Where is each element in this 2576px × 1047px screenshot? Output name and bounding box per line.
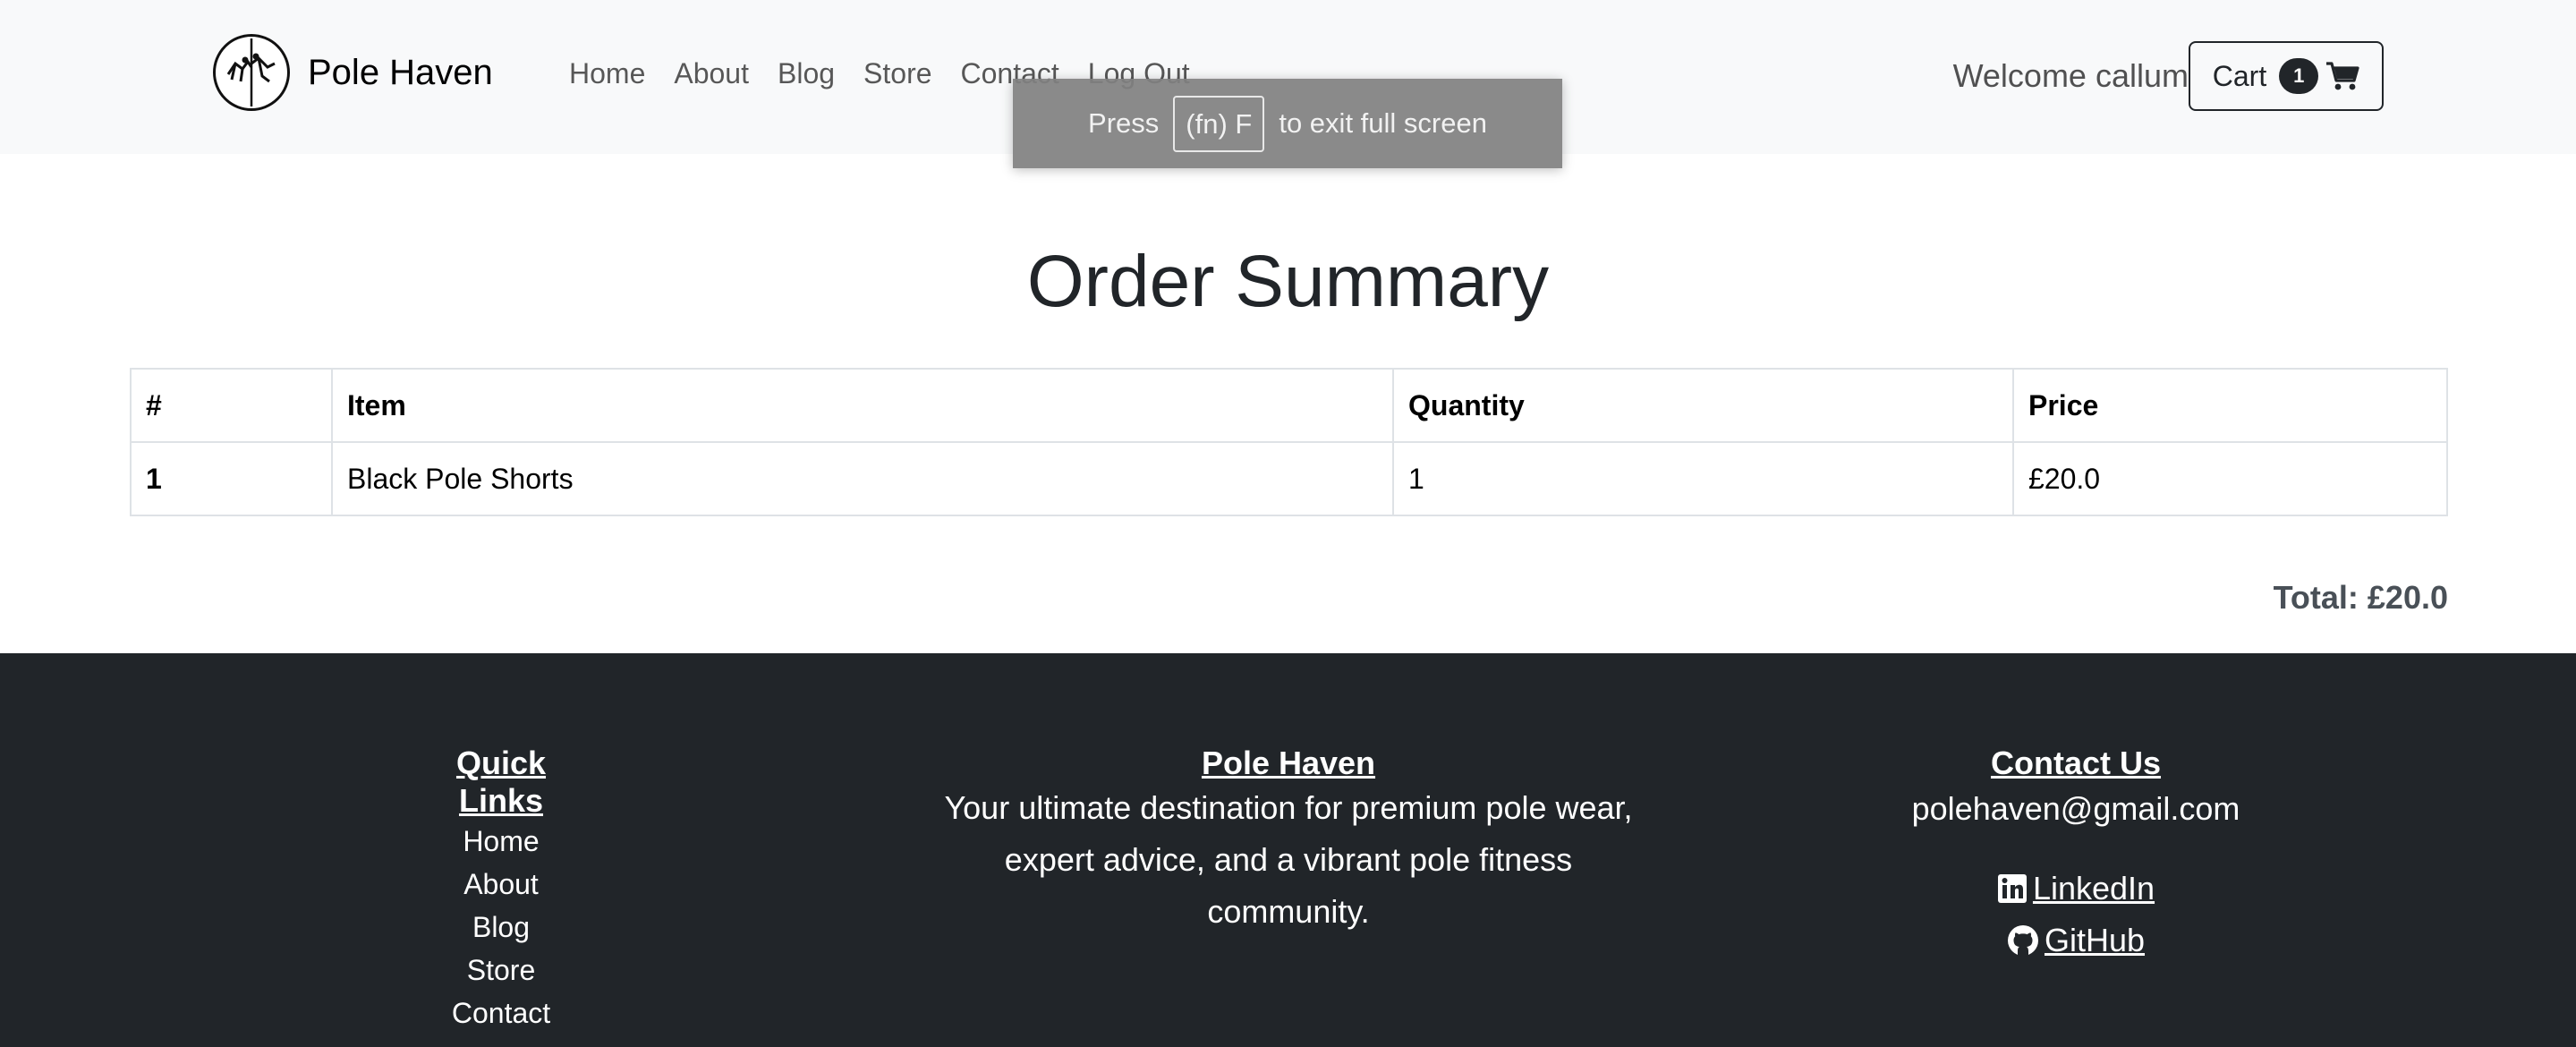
github-icon [2007,925,2038,957]
toast-suffix: to exit full screen [1279,107,1487,139]
footer-link-about[interactable]: About [412,863,591,906]
about-description: Your ultimate destination for premium po… [931,782,1646,938]
footer-link-store[interactable]: Store [412,949,591,992]
row-price: £20.0 [2012,441,2448,516]
toast-prefix: Press [1088,107,1160,139]
row-item: Black Pole Shorts [331,441,1394,516]
nav-link-home[interactable]: Home [555,57,659,90]
footer-quick-links: Quick Links Home About Blog Store Contac… [412,653,591,1034]
column-header-quantity: Quantity [1392,368,2014,443]
github-link[interactable]: GitHub [2007,915,2145,966]
nav-link-store[interactable]: Store [849,57,946,90]
about-heading: Pole Haven [1201,745,1376,781]
cart-count-badge: 1 [2279,58,2319,94]
page-title: Order Summary [1026,241,1550,322]
nav-link-blog[interactable]: Blog [763,57,849,90]
order-table: # Item Quantity Price 1 Black Pole Short… [130,368,2448,516]
order-total: Total: £20.0 [2273,579,2448,616]
cart-button[interactable]: Cart 1 [2189,41,2384,111]
quick-links-heading: Quick Links [455,745,547,819]
toast-key: (fn) F [1173,95,1265,152]
linkedin-link[interactable]: LinkedIn [1997,863,2155,915]
footer-about: Pole Haven Your ultimate destination for… [931,653,1646,938]
brand-name: Pole Haven [308,52,493,92]
brand-link[interactable]: Pole Haven [213,34,493,111]
github-label: GitHub [2044,922,2146,958]
footer-link-contact[interactable]: Contact [412,992,591,1034]
footer-contact: Contact Us polehaven@gmail.com LinkedIn [1852,653,2300,966]
linkedin-label: LinkedIn [2032,870,2155,907]
welcome-text: Welcome callum [1952,57,2189,94]
footer-link-home[interactable]: Home [412,820,591,863]
footer: Quick Links Home About Blog Store Contac… [0,653,2576,1047]
about-line-2: expert advice, and a vibrant pole fitnes… [1004,841,1573,878]
about-line-1: Your ultimate destination for premium po… [944,789,1633,826]
cart-label: Cart [2212,59,2267,92]
table-row: 1 Black Pole Shorts 1 £20.0 [130,441,2448,516]
row-quantity: 1 [1392,441,2014,516]
brand-logo [213,34,290,111]
cart-icon [2325,61,2359,91]
about-line-3: community. [1207,893,1370,930]
row-number: 1 [130,441,333,516]
fullscreen-exit-toast: Press (fn) F to exit full screen [1013,79,1562,168]
contact-email: polehaven@gmail.com [1911,790,2240,827]
pole-dancer-logo-icon [226,38,276,106]
footer-link-blog[interactable]: Blog [412,906,591,949]
contact-heading: Contact Us [1990,745,2162,781]
table-header-row: # Item Quantity Price [130,368,2448,443]
column-header-item: Item [331,368,1394,443]
nav-link-about[interactable]: About [659,57,763,90]
column-header-number: # [130,368,333,443]
column-header-price: Price [2012,368,2448,443]
social-links: LinkedIn GitHub [1852,863,2300,966]
linkedin-icon [1997,874,2027,903]
